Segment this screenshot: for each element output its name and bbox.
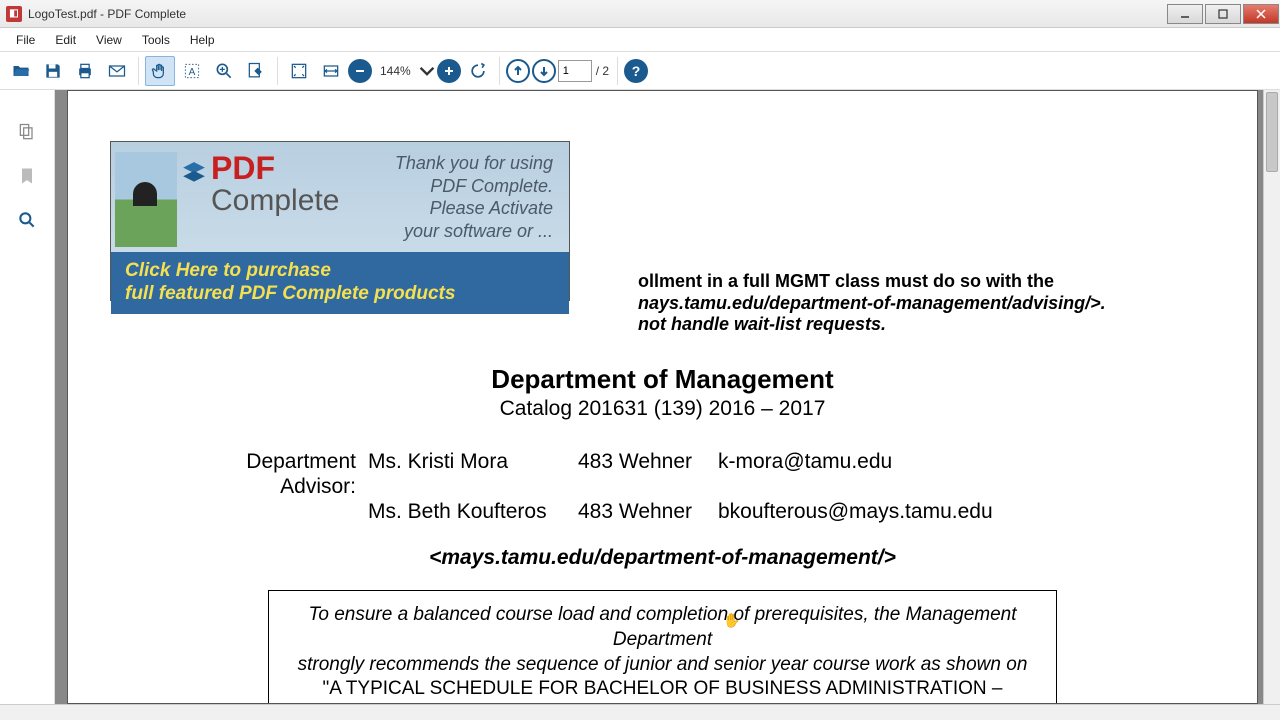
edit-tool-button[interactable] [241, 56, 271, 86]
main-area: PDF Complete Thank you for using PDF Com… [0, 90, 1280, 704]
banner-image [115, 152, 177, 247]
banner-thanks: Thank you for using PDF Complete. Please… [341, 142, 569, 252]
menu-file[interactable]: File [6, 30, 45, 50]
zoom-dropdown[interactable] [419, 56, 435, 86]
department-url: <mays.tamu.edu/department-of-management/… [168, 546, 1157, 570]
help-button[interactable]: ? [624, 59, 648, 83]
menu-edit[interactable]: Edit [45, 30, 86, 50]
fit-page-button[interactable] [284, 56, 314, 86]
search-icon[interactable] [15, 208, 39, 232]
bookmark-icon[interactable] [15, 164, 39, 188]
thumbnails-icon[interactable] [15, 120, 39, 144]
info-box: To ensure a balanced course load and com… [268, 590, 1057, 704]
titlebar: ◧ LogoTest.pdf - PDF Complete [0, 0, 1280, 28]
menubar: File Edit View Tools Help [0, 28, 1280, 52]
banner-complete-text: Complete [211, 184, 339, 217]
banner-pdf-text: PDF [211, 152, 339, 184]
minimize-button[interactable] [1167, 4, 1203, 24]
zoom-tool-button[interactable] [209, 56, 239, 86]
open-button[interactable] [6, 56, 36, 86]
maximize-button[interactable] [1205, 4, 1241, 24]
advisor-block: Department Advisor: Ms. Kristi Mora 483 … [168, 449, 1157, 525]
catalog-subtitle: Catalog 201631 (139) 2016 – 2017 [168, 397, 1157, 421]
activation-banner[interactable]: PDF Complete Thank you for using PDF Com… [110, 141, 570, 301]
close-button[interactable] [1243, 4, 1279, 24]
status-bar [0, 704, 1280, 720]
fit-width-button[interactable] [316, 56, 346, 86]
notice-text: ollment in a full MGMT class must do so … [638, 271, 1157, 336]
next-page-button[interactable] [532, 59, 556, 83]
document-viewport[interactable]: PDF Complete Thank you for using PDF Com… [55, 90, 1280, 704]
department-title: Department of Management [168, 364, 1157, 395]
zoom-out-button[interactable] [348, 59, 372, 83]
rotate-button[interactable] [463, 56, 493, 86]
email-button[interactable] [102, 56, 132, 86]
print-button[interactable] [70, 56, 100, 86]
zoom-in-button[interactable] [437, 59, 461, 83]
window-title: LogoTest.pdf - PDF Complete [28, 7, 1166, 21]
toolbar: A 144% / 2 ? [0, 52, 1280, 90]
banner-cta[interactable]: Click Here to purchase full featured PDF… [111, 252, 569, 314]
menu-view[interactable]: View [86, 30, 132, 50]
document-page: PDF Complete Thank you for using PDF Com… [67, 90, 1258, 704]
prev-page-button[interactable] [506, 59, 530, 83]
app-icon: ◧ [6, 6, 22, 22]
scrollbar-thumb[interactable] [1266, 92, 1278, 172]
menu-tools[interactable]: Tools [132, 30, 180, 50]
save-button[interactable] [38, 56, 68, 86]
page-total: / 2 [594, 64, 611, 78]
pdf-logo-icon [181, 160, 207, 186]
menu-help[interactable]: Help [180, 30, 225, 50]
zoom-value: 144% [374, 64, 417, 78]
text-select-button[interactable]: A [177, 56, 207, 86]
side-panel [0, 90, 55, 704]
page-input[interactable] [558, 60, 592, 82]
hand-tool-button[interactable] [145, 56, 175, 86]
vertical-scrollbar[interactable] [1263, 90, 1280, 704]
svg-text:A: A [189, 67, 196, 78]
